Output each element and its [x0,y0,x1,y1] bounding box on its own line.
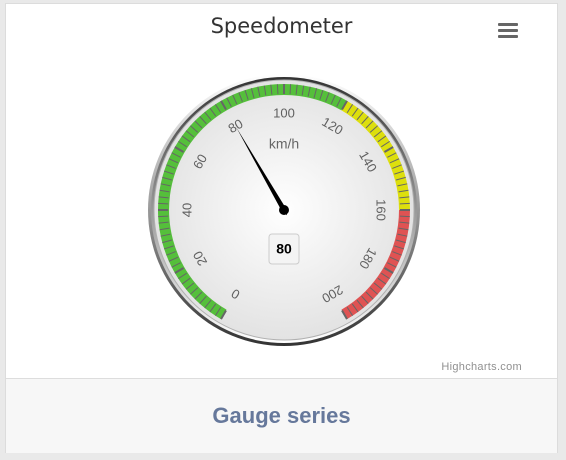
tick-label: 160 [374,199,389,221]
footer: Gauge series [6,378,557,453]
minor-tick [276,84,279,95]
chart-area: 0 20 40 60 80 100 120 140 160 180 200 km/h 80 Speedo… [6,4,557,378]
tick-label: 100 [273,105,295,120]
data-label: 80 [276,241,292,257]
speedometer-gauge: 020406080100120140160180200km/h80 [148,74,420,346]
needle-pivot [279,205,289,215]
footer-label: Gauge series [212,403,351,428]
chart-card: 0 20 40 60 80 100 120 140 160 180 200 km/h 80 Speedo… [5,3,558,453]
minor-tick [289,84,292,95]
chart-title: Speedometer [210,14,353,38]
minor-tick [399,202,410,205]
minor-tick [158,215,169,218]
minor-tick [158,202,169,205]
unit-label: km/h [269,136,299,152]
hamburger-menu-icon[interactable] [498,23,518,39]
tick-label: 40 [179,203,194,217]
credits-link[interactable]: Highcharts.com [386,361,522,373]
minor-tick [399,215,410,218]
